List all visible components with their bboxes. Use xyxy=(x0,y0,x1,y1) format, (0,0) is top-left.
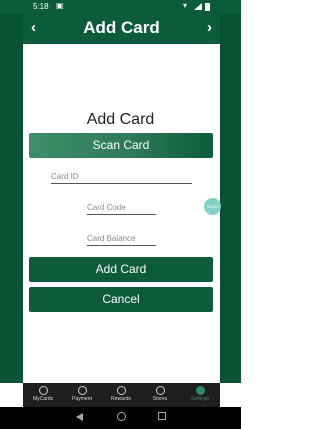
app-bar-title: Add Card xyxy=(83,18,160,37)
card-id-field[interactable]: Card ID xyxy=(51,172,192,184)
notification-icon: ▣ xyxy=(56,1,64,10)
rewards-tab-icon xyxy=(116,386,126,395)
scan-card-button[interactable]: Scan Card xyxy=(29,133,213,158)
tab-label: Settings xyxy=(190,396,210,402)
settings-tab-icon xyxy=(195,386,205,395)
tab-label: Rewards xyxy=(111,396,131,402)
status-time: 5:18 xyxy=(33,2,49,11)
tab-settings[interactable]: Settings xyxy=(180,383,220,407)
cancel-button[interactable]: Cancel xyxy=(29,287,213,312)
battery-icon xyxy=(205,3,210,11)
nav-recents-icon[interactable] xyxy=(158,412,166,420)
bottom-tab-bar: MyCards Payment Rewards Stores Settings xyxy=(23,383,220,407)
tab-label: Stores xyxy=(152,396,168,402)
app-bar: ‹ Add Card › xyxy=(23,14,220,44)
tab-label: Payment xyxy=(72,396,92,402)
right-background xyxy=(220,14,241,383)
card-code-field[interactable]: Card Code xyxy=(87,203,156,215)
mycards-tab-icon xyxy=(38,386,48,395)
nav-home-icon[interactable] xyxy=(117,412,126,421)
tab-payment[interactable]: Payment xyxy=(62,383,102,407)
status-bar: 5:18 ▣ ▾ xyxy=(0,0,241,14)
tab-rewards[interactable]: Rewards xyxy=(101,383,141,407)
add-card-button[interactable]: Add Card xyxy=(29,257,213,282)
tab-mycards[interactable]: MyCards xyxy=(23,383,63,407)
forward-arrow-icon[interactable]: › xyxy=(207,19,212,36)
nav-back-icon[interactable] xyxy=(76,413,83,421)
left-background xyxy=(0,14,23,383)
page-heading: Add Card xyxy=(86,111,155,128)
tab-stores[interactable]: Stores xyxy=(140,383,180,407)
card-balance-field[interactable]: Card Balance xyxy=(87,234,156,246)
wifi-icon: ▾ xyxy=(183,1,188,10)
payment-tab-icon xyxy=(77,386,87,395)
floating-action-button[interactable]: SCAN xyxy=(204,198,221,215)
signal-icon xyxy=(194,3,202,10)
system-navigation-bar xyxy=(0,407,241,429)
stores-tab-icon xyxy=(155,386,165,395)
tab-label: MyCards xyxy=(32,396,53,402)
